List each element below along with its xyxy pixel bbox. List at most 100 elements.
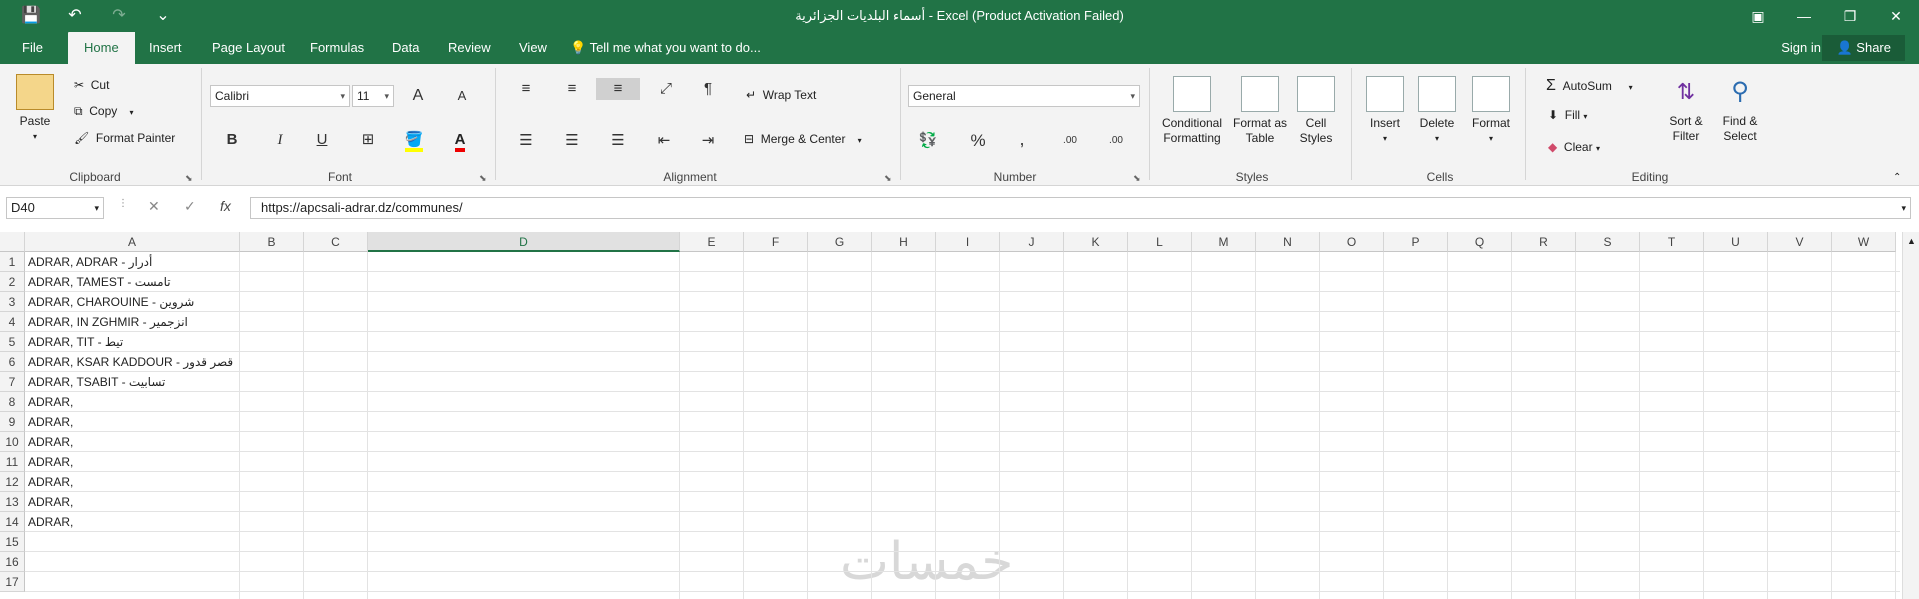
column-header-j[interactable]: J — [1000, 232, 1064, 252]
cell-a8[interactable]: ADRAR, — [25, 392, 240, 412]
close-button[interactable]: ✕ — [1873, 0, 1919, 32]
column-header-p[interactable]: P — [1384, 232, 1448, 252]
copy-button[interactable]: ⧉ Copy ▾ — [74, 104, 134, 119]
tab-file[interactable]: File — [22, 32, 43, 64]
column-header-w[interactable]: W — [1832, 232, 1896, 252]
tell-me-box[interactable]: 💡 Tell me what you want to do... — [570, 32, 761, 64]
column-header-k[interactable]: K — [1064, 232, 1128, 252]
paste-button[interactable]: Paste ▾ — [12, 74, 58, 144]
column-header-n[interactable]: N — [1256, 232, 1320, 252]
row-header[interactable]: 15 — [0, 532, 25, 552]
column-header-g[interactable]: G — [808, 232, 872, 252]
row-header[interactable]: 13 — [0, 492, 25, 512]
column-header-h[interactable]: H — [872, 232, 936, 252]
formula-input[interactable]: https://apcsali-adrar.dz/communes/ ▾ — [250, 197, 1911, 219]
column-header-i[interactable]: I — [936, 232, 1000, 252]
cell-a1[interactable]: ADRAR, ADRAR - أدرار — [25, 252, 240, 272]
shrink-font-icon[interactable]: A — [450, 85, 474, 107]
find-select-button[interactable]: ⚲ Find & Select — [1714, 74, 1766, 144]
wrap-text-button[interactable]: ↵ Wrap Text — [746, 88, 816, 102]
cut-button[interactable]: ✂ Cut — [74, 78, 109, 92]
number-format-select[interactable]: General ▾ — [908, 85, 1140, 107]
underline-button[interactable]: U — [310, 129, 334, 151]
row-header[interactable]: 16 — [0, 552, 25, 572]
cell-a6[interactable]: ADRAR, KSAR KADDOUR - قصر قدور — [25, 352, 240, 372]
restore-button[interactable]: ❐ — [1827, 0, 1873, 32]
cell-a5[interactable]: ADRAR, TIT - تيط — [25, 332, 240, 352]
column-header-r[interactable]: R — [1512, 232, 1576, 252]
increase-decimal-button[interactable]: .00 — [1058, 130, 1082, 152]
column-header-o[interactable]: O — [1320, 232, 1384, 252]
column-header-b[interactable]: B — [240, 232, 304, 252]
row-header[interactable]: 5 — [0, 332, 25, 352]
enter-icon[interactable]: ✓ — [184, 198, 196, 215]
column-header-v[interactable]: V — [1768, 232, 1832, 252]
row-header[interactable]: 17 — [0, 572, 25, 592]
tab-data[interactable]: Data — [392, 32, 419, 64]
column-header-s[interactable]: S — [1576, 232, 1640, 252]
format-cells-button[interactable]: Format ▾ — [1468, 76, 1514, 146]
italic-button[interactable]: I — [268, 129, 292, 151]
column-header-e[interactable]: E — [680, 232, 744, 252]
fill-button[interactable]: ⬇ Fill ▾ — [1548, 108, 1587, 122]
row-header[interactable]: 6 — [0, 352, 25, 372]
conditional-formatting-button[interactable]: Conditional Formatting — [1157, 76, 1227, 146]
increase-indent-icon[interactable]: ⇥ — [696, 130, 720, 152]
tab-page-layout[interactable]: Page Layout — [212, 32, 285, 64]
cell-a14[interactable]: ADRAR, — [25, 512, 240, 532]
row-header[interactable]: 4 — [0, 312, 25, 332]
share-button[interactable]: 👤 Share — [1822, 35, 1905, 61]
align-right-icon[interactable]: ☰ — [606, 130, 630, 152]
merge-center-button[interactable]: ⊟ Merge & Center ▾ — [744, 132, 862, 146]
align-center-icon[interactable]: ☰ — [560, 130, 584, 152]
scroll-up-icon[interactable]: ▲ — [1907, 236, 1916, 246]
font-size-select[interactable]: 11 ▾ — [352, 85, 394, 107]
orientation-icon[interactable]: ⤢ — [654, 78, 678, 100]
align-middle-icon[interactable]: ≡ — [560, 78, 584, 100]
borders-icon[interactable]: ⊞ — [356, 129, 380, 151]
cell-a13[interactable]: ADRAR, — [25, 492, 240, 512]
cell-a10[interactable]: ADRAR, — [25, 432, 240, 452]
fill-color-icon[interactable]: 🪣 — [402, 129, 426, 152]
align-left-icon[interactable]: ☰ — [514, 130, 538, 152]
row-header[interactable]: 1 — [0, 252, 25, 272]
font-color-icon[interactable]: A — [448, 129, 472, 152]
dialog-launcher-icon[interactable]: ⬊ — [1133, 173, 1141, 184]
select-all-corner[interactable] — [0, 232, 25, 252]
tab-review[interactable]: Review — [448, 32, 491, 64]
dialog-launcher-icon[interactable]: ⬊ — [479, 173, 487, 184]
column-header-l[interactable]: L — [1128, 232, 1192, 252]
tab-home[interactable]: Home — [68, 32, 135, 64]
row-header[interactable]: 9 — [0, 412, 25, 432]
vertical-scrollbar[interactable]: ▲ — [1902, 232, 1919, 599]
cell-a4[interactable]: ADRAR, IN ZGHMIR - انزجمير — [25, 312, 240, 332]
format-as-table-button[interactable]: Format as Table — [1230, 76, 1290, 146]
tab-view[interactable]: View — [519, 32, 547, 64]
column-header-m[interactable]: M — [1192, 232, 1256, 252]
column-header-f[interactable]: F — [744, 232, 808, 252]
cell-a11[interactable]: ADRAR, — [25, 452, 240, 472]
row-header[interactable]: 2 — [0, 272, 25, 292]
tab-formulas[interactable]: Formulas — [310, 32, 364, 64]
ribbon-display-options-icon[interactable]: ▣ — [1735, 0, 1781, 32]
column-header-a[interactable]: A — [25, 232, 240, 252]
insert-cells-button[interactable]: Insert ▾ — [1362, 76, 1408, 146]
percent-button[interactable]: % — [966, 130, 990, 152]
column-header-d[interactable]: D — [368, 232, 680, 252]
row-header[interactable]: 14 — [0, 512, 25, 532]
row-header[interactable]: 12 — [0, 472, 25, 492]
delete-cells-button[interactable]: Delete ▾ — [1414, 76, 1460, 146]
autosum-button[interactable]: Σ AutoSum ▾ — [1546, 77, 1633, 95]
column-header-c[interactable]: C — [304, 232, 368, 252]
dialog-launcher-icon[interactable]: ⬊ — [185, 173, 193, 184]
comma-style-button[interactable]: , — [1010, 128, 1034, 150]
font-name-select[interactable]: Calibri ▾ — [210, 85, 350, 107]
row-header[interactable]: 11 — [0, 452, 25, 472]
column-header-q[interactable]: Q — [1448, 232, 1512, 252]
row-header[interactable]: 8 — [0, 392, 25, 412]
text-direction-icon[interactable]: ¶ — [696, 78, 720, 100]
cell-a9[interactable]: ADRAR, — [25, 412, 240, 432]
column-header-t[interactable]: T — [1640, 232, 1704, 252]
clear-button[interactable]: ◆ Clear ▾ — [1548, 140, 1600, 154]
bold-button[interactable]: B — [220, 129, 244, 151]
